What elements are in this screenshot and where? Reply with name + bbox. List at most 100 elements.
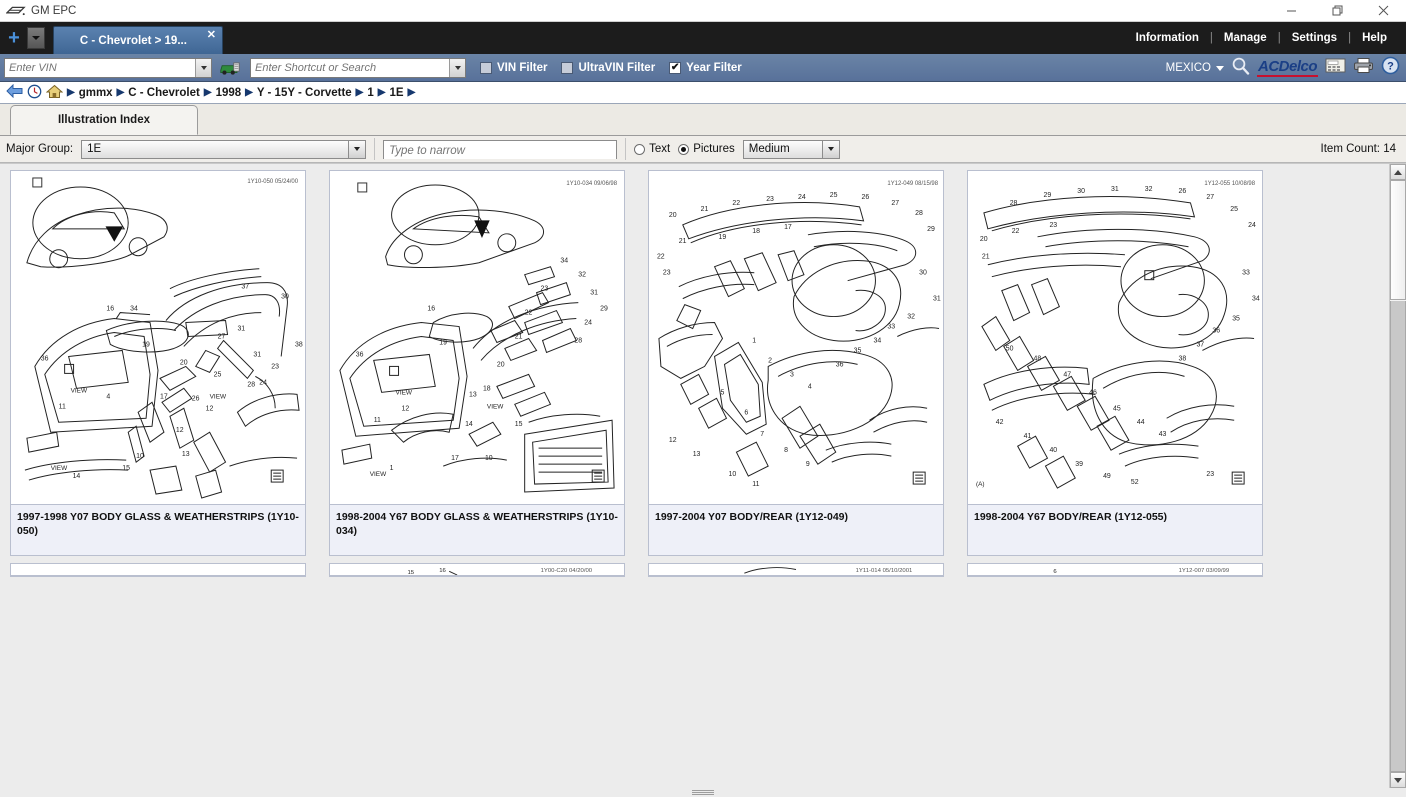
svg-text:16: 16 xyxy=(106,306,114,313)
illustration-card[interactable]: 1Y11-014 05/10/2001 xyxy=(648,563,944,577)
text-radio[interactable] xyxy=(634,143,646,155)
splitter-grip[interactable] xyxy=(692,790,714,795)
tab-controls: + xyxy=(0,22,45,54)
scroll-up-arrow-icon[interactable] xyxy=(1390,164,1406,180)
item-count: Item Count: 14 xyxy=(1321,143,1396,155)
narrow-filter-input-group[interactable] xyxy=(383,139,618,159)
vin-input[interactable] xyxy=(5,58,195,77)
illustration-thumbnail[interactable]: 15 16 1Y00-C20 04/20/00 xyxy=(330,564,624,576)
acdelco-logo[interactable]: ACDelco xyxy=(1256,59,1318,77)
illustration-thumbnail[interactable]: 37 30 38 34 36 16 19 20 27 31 31 23 24 28 25 26 17 1… xyxy=(11,171,305,505)
ultravin-filter-checkbox[interactable] xyxy=(561,61,574,74)
car-lookup-icon[interactable] xyxy=(217,58,243,78)
illustration-thumbnail[interactable]: 1Y12-007 03/09/99 6 xyxy=(968,564,1262,576)
breadcrumb-segment-make[interactable]: C - Chevrolet xyxy=(128,87,200,99)
illustration-vertical-scrollbar[interactable] xyxy=(1389,164,1406,788)
illustration-card[interactable] xyxy=(10,563,306,577)
country-selector[interactable]: MEXICO xyxy=(1166,62,1224,74)
svg-text:33: 33 xyxy=(887,324,895,331)
illustration-card[interactable]: 34 32 31 29 24 28 23 22 21 20 18 16 19 36 11 12 13 1… xyxy=(329,170,625,556)
svg-text:28: 28 xyxy=(1010,200,1018,207)
illustration-card[interactable]: 1Y12-007 03/09/99 6 xyxy=(967,563,1263,577)
main-content: Illustration Index Major Group: 1E Text … xyxy=(0,104,1406,797)
svg-text:6: 6 xyxy=(744,409,748,416)
pictures-radio[interactable] xyxy=(678,143,690,155)
illustration-thumbnail[interactable] xyxy=(11,564,305,576)
printer-icon[interactable] xyxy=(1353,57,1374,79)
magnifier-icon[interactable] xyxy=(1231,56,1250,80)
window-restore-button[interactable] xyxy=(1314,0,1360,22)
scrollbar-track-lower[interactable] xyxy=(1390,301,1406,772)
new-tab-button[interactable]: + xyxy=(3,25,25,51)
svg-text:23: 23 xyxy=(1206,471,1214,478)
menu-item-help[interactable]: Help xyxy=(1351,32,1398,44)
filter-ultravin[interactable]: UltraVIN Filter xyxy=(561,61,655,74)
breadcrumb-segment-year[interactable]: 1998 xyxy=(216,87,242,99)
vin-input-group[interactable] xyxy=(4,57,212,78)
svg-text:23: 23 xyxy=(1049,222,1057,229)
search-history-dropdown-button[interactable] xyxy=(449,58,465,77)
svg-text:26: 26 xyxy=(1179,188,1187,195)
vin-filter-checkbox[interactable] xyxy=(480,61,492,74)
svg-text:27: 27 xyxy=(1206,194,1214,201)
shortcut-search-input-group[interactable] xyxy=(250,57,466,78)
document-tab-chevrolet[interactable]: C - Chevrolet > 19... ✕ xyxy=(53,26,223,54)
illustration-stamp: 1Y11-014 05/10/2001 xyxy=(856,568,913,574)
svg-text:39: 39 xyxy=(1075,461,1083,468)
svg-text:13: 13 xyxy=(182,451,190,458)
breadcrumb-segment-gmmx[interactable]: gmmx xyxy=(79,87,113,99)
filter-vin[interactable]: VIN Filter xyxy=(480,61,547,74)
illustration-thumbnail[interactable]: 28 29 30 31 32 26 27 25 24 20 21 22 23 33 34 35 36 3… xyxy=(968,171,1262,505)
menu-item-settings[interactable]: Settings xyxy=(1281,32,1348,44)
scrollbar-track[interactable] xyxy=(1390,180,1406,772)
illustration-thumbnail[interactable]: 20 21 22 23 24 25 26 27 28 29 22 23 21 19 18 17 30 3… xyxy=(649,171,943,505)
illustration-card[interactable]: 37 30 38 34 36 16 19 20 27 31 31 23 24 28 25 26 17 1… xyxy=(10,170,306,556)
svg-text:VIEW: VIEW xyxy=(71,387,88,394)
view-mode-text[interactable]: Text xyxy=(634,143,670,155)
chevron-down-icon[interactable] xyxy=(821,140,839,158)
breadcrumb-segment-model[interactable]: Y - 15Y - Corvette xyxy=(257,87,352,99)
home-icon[interactable] xyxy=(45,84,64,102)
svg-text:10: 10 xyxy=(136,453,144,460)
year-filter-checkbox[interactable] xyxy=(669,61,682,74)
chevron-down-icon[interactable] xyxy=(348,140,366,158)
illustration-card[interactable]: 20 21 22 23 24 25 26 27 28 29 22 23 21 19 18 17 30 3… xyxy=(648,170,944,556)
svg-text:VIEW: VIEW xyxy=(370,471,387,478)
svg-text:(A): (A) xyxy=(976,481,985,488)
shortcut-search-input[interactable] xyxy=(251,58,449,77)
illustration-card[interactable]: 15 16 1Y00-C20 04/20/00 xyxy=(329,563,625,577)
tab-list-dropdown-button[interactable] xyxy=(27,27,45,49)
svg-text:29: 29 xyxy=(1043,192,1051,199)
major-group-select[interactable]: 1E xyxy=(81,139,367,159)
scroll-down-arrow-icon[interactable] xyxy=(1390,772,1406,788)
breadcrumb-segment-subgroup[interactable]: 1E xyxy=(389,87,403,99)
scrollbar-thumb[interactable] xyxy=(1390,180,1406,300)
thumbnail-size-select[interactable]: Medium xyxy=(742,139,840,159)
help-circle-icon[interactable]: ? xyxy=(1381,56,1400,80)
close-icon[interactable]: ✕ xyxy=(207,28,216,41)
clock-icon[interactable] xyxy=(27,84,42,102)
svg-text:26: 26 xyxy=(192,395,200,402)
view-mode-pictures[interactable]: Pictures xyxy=(678,143,735,155)
window-close-button[interactable] xyxy=(1360,0,1406,22)
tab-illustration-index[interactable]: Illustration Index xyxy=(10,105,198,135)
illustration-card[interactable]: 28 29 30 31 32 26 27 25 24 20 21 22 23 33 34 35 36 3… xyxy=(967,170,1263,556)
menu-item-manage[interactable]: Manage xyxy=(1213,32,1278,44)
menu-item-information[interactable]: Information xyxy=(1125,32,1210,44)
filter-year[interactable]: Year Filter xyxy=(669,61,742,74)
narrow-filter-input[interactable] xyxy=(384,142,617,159)
window-minimize-button[interactable] xyxy=(1268,0,1314,22)
vin-history-dropdown-button[interactable] xyxy=(195,58,211,77)
calculator-icon[interactable] xyxy=(1325,57,1346,79)
svg-text:25: 25 xyxy=(830,192,838,199)
illustration-thumbnail[interactable]: 1Y11-014 05/10/2001 xyxy=(649,564,943,576)
breadcrumb-segment-group[interactable]: 1 xyxy=(367,87,373,99)
svg-text:26: 26 xyxy=(862,194,870,201)
back-arrow-icon[interactable] xyxy=(6,83,23,101)
svg-text:28: 28 xyxy=(574,337,582,344)
illustration-thumbnail[interactable]: 34 32 31 29 24 28 23 22 21 20 18 16 19 36 11 12 13 1… xyxy=(330,171,624,505)
svg-text:23: 23 xyxy=(663,270,671,277)
pane-splitter[interactable] xyxy=(0,788,1406,797)
svg-text:18: 18 xyxy=(483,385,491,392)
svg-text:36: 36 xyxy=(41,355,49,362)
